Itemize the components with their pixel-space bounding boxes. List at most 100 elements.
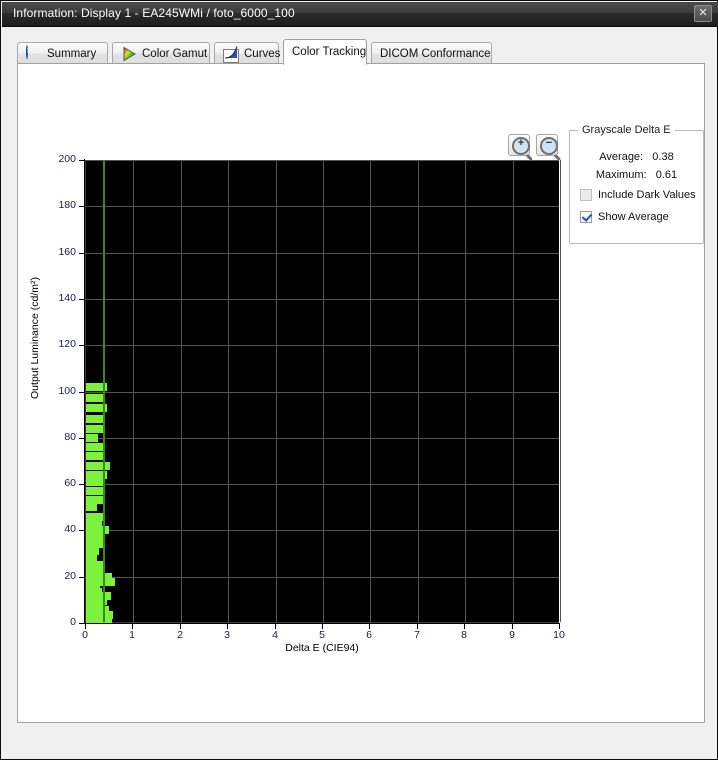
gridline-horizontal <box>86 253 559 254</box>
y-axis-tick-label: 140 <box>58 292 76 304</box>
window-title: Information: Display 1 - EA245WMi / foto… <box>13 6 295 20</box>
y-axis-tick-label: 20 <box>64 570 76 582</box>
y-axis-tick <box>79 623 84 624</box>
average-label: Average: <box>599 151 644 163</box>
tab-panel-color-tracking: Output Luminance (cd/m²) Delta E (CIE94)… <box>17 63 705 723</box>
bar <box>86 452 104 460</box>
tab-label: Color Tracking <box>292 46 367 58</box>
gridline-horizontal <box>86 484 559 485</box>
x-axis-tick-label: 8 <box>461 629 467 641</box>
x-axis-tick-label: 2 <box>177 629 183 641</box>
zoom-in-button[interactable]: + <box>508 134 530 156</box>
x-axis-tick-label: 7 <box>414 629 420 641</box>
bar <box>86 503 97 511</box>
gridline-vertical <box>513 160 514 622</box>
gridline-horizontal <box>86 206 559 207</box>
show-average-checkbox[interactable]: Show Average <box>580 211 669 223</box>
tab-label: Summary <box>47 47 97 60</box>
tab-summary[interactable]: Summary <box>17 42 108 64</box>
gridline-horizontal <box>86 392 559 393</box>
average-row: Average: 0.38 <box>570 151 703 163</box>
gridline-vertical <box>370 160 371 622</box>
zoom-in-magnifier-icon: + <box>512 137 530 155</box>
average-line <box>103 160 105 622</box>
checkbox-box-unchecked <box>580 189 592 201</box>
curve-chart-icon <box>223 45 239 63</box>
window-titlebar: Information: Display 1 - EA245WMi / foto… <box>2 2 718 27</box>
gridline-horizontal <box>86 438 559 439</box>
y-axis-tick-label: 200 <box>58 153 76 165</box>
y-axis-tick-label: 120 <box>58 338 76 350</box>
gridline-horizontal <box>86 299 559 300</box>
y-axis-tick-label: 80 <box>64 431 76 443</box>
gridline-horizontal <box>86 530 559 531</box>
y-axis-tick <box>79 345 84 346</box>
x-axis-tick-label: 4 <box>272 629 278 641</box>
y-axis-tick <box>79 577 84 578</box>
y-axis-tick <box>79 438 84 439</box>
x-axis-tick-label: 10 <box>553 629 565 641</box>
x-axis-tick-label: 5 <box>319 629 325 641</box>
x-axis-label: Delta E (CIE94) <box>285 642 359 654</box>
y-axis-tick <box>79 299 84 300</box>
tab-color-gamut[interactable]: Color Gamut <box>112 42 210 64</box>
close-button[interactable]: ✕ <box>694 5 712 22</box>
zoom-in-sign: + <box>517 137 525 149</box>
maximum-row: Maximum: 0.61 <box>570 169 703 181</box>
gridline-vertical <box>465 160 466 622</box>
y-axis-tick <box>79 484 84 485</box>
x-axis-tick-label: 6 <box>366 629 372 641</box>
y-axis-tick <box>79 253 84 254</box>
y-axis-tick <box>79 206 84 207</box>
gamut-triangle-icon <box>121 46 137 62</box>
color-tracking-chart: Output Luminance (cd/m²) Delta E (CIE94)… <box>18 64 578 654</box>
close-icon: ✕ <box>698 7 708 19</box>
maximum-value: 0.61 <box>655 169 678 181</box>
maximum-label: Maximum: <box>595 169 647 181</box>
tab-label: DICOM Conformance <box>380 47 491 60</box>
info-icon <box>26 44 42 62</box>
information-window: Information: Display 1 - EA245WMi / foto… <box>0 0 718 760</box>
y-axis-tick-label: 180 <box>58 199 76 211</box>
tab-label: Color Gamut <box>142 47 208 60</box>
include-dark-values-checkbox[interactable]: Include Dark Values <box>580 189 696 201</box>
y-axis-tick <box>79 160 84 161</box>
zoom-out-sign: − <box>545 137 553 149</box>
tab-label: Curves <box>244 47 281 60</box>
y-axis-tick-label: 0 <box>70 616 76 628</box>
bar <box>86 478 104 486</box>
tab-bar: Summary Color Gamut Curves Color Tracking DI… <box>17 39 707 65</box>
y-axis-tick-label: 60 <box>64 477 76 489</box>
x-axis-tick-label: 0 <box>82 629 88 641</box>
tab-color-tracking[interactable]: Color Tracking <box>283 39 367 65</box>
tab-curves[interactable]: Curves <box>214 42 281 64</box>
y-axis-line <box>84 159 85 624</box>
gridline-vertical <box>560 160 561 622</box>
gridline-vertical <box>418 160 419 622</box>
grayscale-delta-e-group: Grayscale Delta E Average: 0.38 Maximum:… <box>569 124 704 244</box>
y-axis-tick-label: 160 <box>58 246 76 258</box>
gridline-horizontal <box>86 577 559 578</box>
tab-dicom-conformance[interactable]: DICOM Conformance <box>371 42 492 64</box>
checkbox-box-checked <box>580 211 592 223</box>
y-axis-tick <box>79 392 84 393</box>
bar <box>86 415 103 423</box>
bar <box>86 443 103 451</box>
window-client-area: Summary Color Gamut Curves Color Tracking DI… <box>3 27 717 759</box>
zoom-out-button[interactable]: − <box>536 134 558 156</box>
gridline-horizontal <box>86 160 559 161</box>
zoom-out-magnifier-icon: − <box>540 137 558 155</box>
bar <box>86 462 110 470</box>
gridline-vertical <box>133 160 134 622</box>
bar <box>86 434 98 442</box>
y-axis-tick-label: 100 <box>58 385 76 397</box>
x-axis-tick-label: 9 <box>509 629 515 641</box>
plot-area <box>85 160 561 624</box>
gridline-vertical <box>323 160 324 622</box>
y-axis-tick-label: 40 <box>64 523 76 535</box>
y-axis-tick <box>79 530 84 531</box>
average-value: 0.38 <box>652 151 674 163</box>
show-average-label: Show Average <box>598 211 669 223</box>
x-axis-tick-label: 1 <box>129 629 135 641</box>
gridline-vertical <box>181 160 182 622</box>
